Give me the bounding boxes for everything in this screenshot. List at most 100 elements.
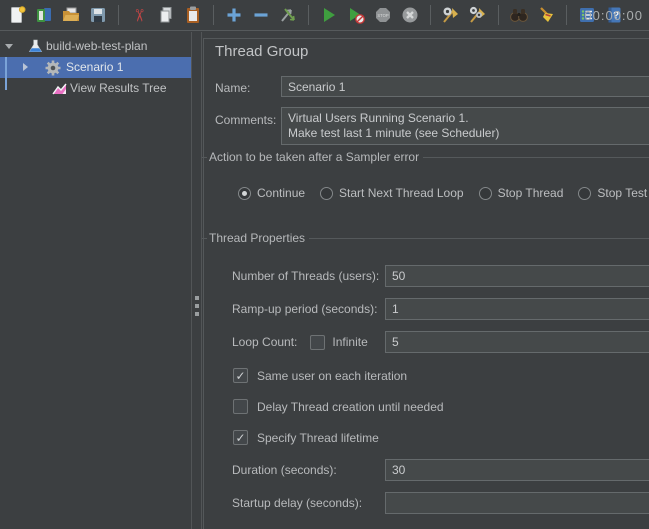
thread-properties-group-title: Thread Properties [207,231,309,245]
tree-item-label: build-web-test-plan [46,39,147,53]
cut-icon[interactable]: ✂ [128,4,150,26]
toolbar-separator [118,5,119,25]
templates-icon[interactable] [33,4,55,26]
stop-icon: STOP [372,4,394,26]
same-user-label: Same user on each iteration [257,369,407,383]
splitter-grip-dot [195,312,199,316]
test-duration-timer: 00:00:00 [584,0,643,31]
thread-lifetime-label: Specify Thread lifetime [257,431,379,445]
radio-stop-test[interactable]: Stop Test [578,186,647,200]
save-icon[interactable] [87,4,109,26]
radio-label: Stop Test [597,186,647,200]
duration-row: Duration (seconds): 30 [232,459,649,481]
tree-item-test-plan[interactable]: build-web-test-plan [0,36,191,57]
loop-count-label: Loop Count: [232,335,297,349]
num-threads-row: Number of Threads (users): 50 [232,265,649,287]
same-user-checkbox[interactable]: ✓ [233,368,248,383]
tree-item-view-results-tree[interactable]: View Results Tree [0,78,191,99]
shutdown-icon [399,4,421,26]
search-reset-icon[interactable] [535,4,557,26]
ramp-up-row: Ramp-up period (seconds): 1 [232,298,649,320]
num-threads-value: 50 [392,269,405,283]
tree-item-label: View Results Tree [70,81,167,95]
group-border-line [423,157,649,158]
thread-lifetime-checkbox[interactable]: ✓ [233,430,248,445]
expand-arrow-icon[interactable] [5,44,13,49]
radio-continue[interactable]: Continue [238,186,305,200]
paste-icon[interactable] [182,4,204,26]
startup-delay-input[interactable] [385,492,649,514]
clear-icon[interactable] [440,4,462,26]
num-threads-input[interactable]: 50 [385,265,649,287]
toggle-icon[interactable] [277,4,299,26]
start-no-timers-icon[interactable] [345,4,367,26]
start-icon[interactable] [318,4,340,26]
add-icon[interactable] [223,4,245,26]
clear-all-icon[interactable] [467,4,489,26]
toolbar-separator [498,5,499,25]
ramp-up-label: Ramp-up period (seconds): [232,302,377,316]
loop-count-value: 5 [392,335,399,349]
duration-input[interactable]: 30 [385,459,649,481]
comments-label: Comments: [215,113,276,127]
startup-delay-label: Startup delay (seconds): [232,496,362,510]
delay-thread-row[interactable]: ✓ Delay Thread creation until needed [233,398,444,415]
comments-input[interactable]: Virtual Users Running Scenario 1. Make t… [281,107,649,145]
toolbar-separator [308,5,309,25]
copy-icon[interactable] [155,4,177,26]
tree-item-scenario-1[interactable]: Scenario 1 [0,57,191,78]
comments-line-1: Virtual Users Running Scenario 1. [288,111,469,126]
page-title: Thread Group [215,43,308,60]
radio-stop-thread[interactable]: Stop Thread [479,186,564,200]
jmeter-window: ✂ STOP ? 00:00:00 build-web-test-plan [0,0,649,529]
collapse-arrow-icon[interactable] [23,63,28,71]
duration-label: Duration (seconds): [232,463,337,477]
name-label: Name: [215,81,250,95]
name-input[interactable]: Scenario 1 [281,76,649,97]
splitter-grip-dot [195,296,199,300]
results-chart-icon [51,80,68,102]
toolbar-separator [566,5,567,25]
same-user-row[interactable]: ✓ Same user on each iteration [233,367,407,384]
radio-button[interactable] [238,187,251,200]
loop-count-row: Loop Count: ✓ Infinite 5 [232,331,649,353]
radio-start-next-thread-loop[interactable]: Start Next Thread Loop [320,186,464,200]
radio-label: Stop Thread [498,186,564,200]
check-icon: ✓ [235,370,245,382]
duration-value: 30 [392,463,405,477]
radio-label: Continue [257,186,305,200]
ramp-up-value: 1 [392,302,399,316]
sampler-error-group: Action to be taken after a Sampler error [202,150,649,164]
search-icon[interactable] [508,4,530,26]
sampler-error-group-title: Action to be taken after a Sampler error [207,150,423,164]
radio-button[interactable] [320,187,333,200]
toolbar-separator [430,5,431,25]
tree-main-splitter[interactable] [191,32,202,529]
radio-button[interactable] [479,187,492,200]
check-icon: ✓ [235,432,245,444]
splitter-grip-dot [195,304,199,308]
sampler-error-options: Continue Start Next Thread Loop Stop Thr… [238,184,647,202]
name-value: Scenario 1 [288,80,345,94]
radio-label: Start Next Thread Loop [339,186,464,200]
thread-properties-group: Thread Properties [202,231,649,245]
delay-thread-label: Delay Thread creation until needed [257,400,444,414]
ramp-up-input[interactable]: 1 [385,298,649,320]
infinite-label: Infinite [332,335,367,349]
group-border-line [309,238,649,239]
thread-lifetime-row[interactable]: ✓ Specify Thread lifetime [233,429,379,446]
test-plan-tree: build-web-test-plan Scenario 1 View Resu… [0,32,191,529]
toolbar-separator [213,5,214,25]
radio-button[interactable] [578,187,591,200]
infinite-checkbox[interactable]: ✓ [310,335,325,350]
new-file-icon[interactable] [6,4,28,26]
svg-text:STOP: STOP [377,13,389,18]
open-file-icon[interactable] [60,4,82,26]
num-threads-label: Number of Threads (users): [232,269,379,283]
thread-group-panel: Thread Group Name: Scenario 1 Comments: … [202,31,649,529]
startup-delay-row: Startup delay (seconds): [232,492,649,514]
remove-icon[interactable] [250,4,272,26]
delay-thread-checkbox[interactable]: ✓ [233,399,248,414]
tree-item-label: Scenario 1 [66,60,123,74]
loop-count-input[interactable]: 5 [385,331,649,353]
